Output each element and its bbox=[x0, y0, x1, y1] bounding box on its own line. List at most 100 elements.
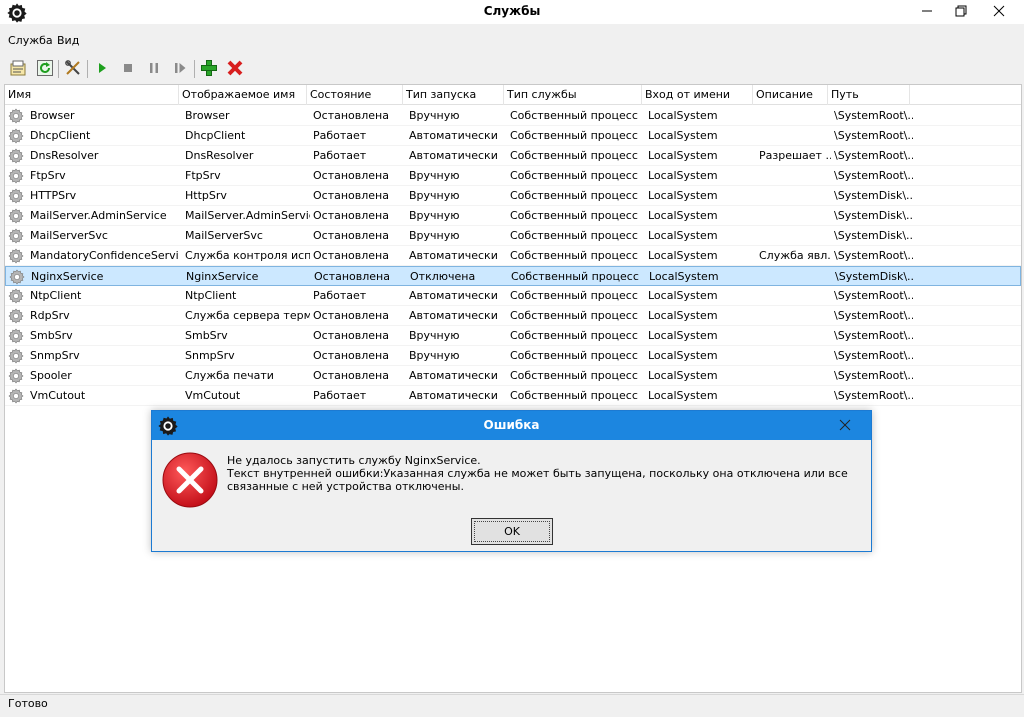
service-row[interactable]: SmbSrv SmbSrv Остановлена Вручную Собственны… bbox=[5, 326, 1021, 346]
cell-name: NginxService bbox=[31, 270, 104, 283]
service-row[interactable]: Browser Browser Остановлена Вручную Собствен… bbox=[5, 106, 1021, 126]
column-header-service-type[interactable]: Тип службы bbox=[504, 85, 642, 105]
dialog-title: Ошибка bbox=[483, 418, 540, 432]
cell-service-type: Собственный процесс bbox=[510, 289, 638, 302]
service-row[interactable]: DnsResolver DnsResolver Работает Автоматиче… bbox=[5, 146, 1021, 166]
cell-logon-as: LocalSystem bbox=[648, 389, 718, 402]
cell-state: Работает bbox=[313, 129, 367, 142]
dialog-close-button[interactable] bbox=[835, 415, 855, 435]
service-row[interactable]: NginxService NginxService Остановлена Отклю… bbox=[5, 266, 1021, 286]
service-row[interactable]: HTTPSrv HttpSrv Остановлена Вручную Собствен… bbox=[5, 186, 1021, 206]
service-row[interactable]: VmCutout VmCutout Работает Автоматически Соб… bbox=[5, 386, 1021, 406]
stop-button[interactable] bbox=[117, 58, 139, 78]
cell-name: Browser bbox=[30, 109, 75, 122]
cell-logon-as: LocalSystem bbox=[648, 169, 718, 182]
cell-startup-type: Автоматически bbox=[409, 249, 498, 262]
restore-icon bbox=[955, 5, 967, 17]
toolbar-separator bbox=[87, 60, 88, 78]
close-icon bbox=[839, 419, 851, 431]
cell-display-name: SnmpSrv bbox=[185, 349, 235, 362]
cell-state: Остановлена bbox=[313, 209, 389, 222]
cell-state: Остановлена bbox=[313, 329, 389, 342]
cell-path: \SystemRoot\... bbox=[834, 329, 913, 342]
cell-service-type: Собственный процесс bbox=[510, 129, 638, 142]
properties-icon bbox=[10, 60, 26, 76]
cell-name: VmCutout bbox=[30, 389, 86, 402]
service-row[interactable]: SnmpSrv SnmpSrv Остановлена Вручную Собствен… bbox=[5, 346, 1021, 366]
service-row[interactable]: MandatoryConfidenceService Служба контрол… bbox=[5, 246, 1021, 266]
pause-button[interactable] bbox=[143, 58, 165, 78]
cell-startup-type: Вручную bbox=[409, 329, 460, 342]
service-row[interactable]: RdpSrv Служба сервера терм... Остановлена А… bbox=[5, 306, 1021, 326]
service-gear-icon bbox=[8, 148, 24, 164]
cell-name: Spooler bbox=[30, 369, 72, 382]
cell-state: Остановлена bbox=[313, 229, 389, 242]
error-message: Не удалось запустить службу NginxService… bbox=[227, 454, 867, 493]
cell-path: \SystemRoot\... bbox=[834, 289, 913, 302]
error-message-line1: Не удалось запустить службу NginxService… bbox=[227, 454, 481, 467]
cell-state: Остановлена bbox=[314, 270, 390, 283]
title-bar: Службы bbox=[0, 0, 1024, 24]
delete-service-button[interactable] bbox=[224, 58, 246, 78]
cell-name: RdpSrv bbox=[30, 309, 70, 322]
cell-name: FtpSrv bbox=[30, 169, 66, 182]
ok-button[interactable]: OK bbox=[471, 518, 553, 545]
start-button[interactable] bbox=[91, 58, 113, 78]
cell-logon-as: LocalSystem bbox=[648, 369, 718, 382]
cell-display-name: MailServer.AdminService bbox=[185, 209, 310, 222]
cell-path: \SystemRoot\... bbox=[834, 369, 913, 382]
cell-service-type: Собственный процесс bbox=[510, 249, 638, 262]
service-gear-icon bbox=[8, 308, 24, 324]
error-icon bbox=[162, 452, 218, 508]
service-row[interactable]: MailServer.AdminService MailServer.AdminS… bbox=[5, 206, 1021, 226]
cell-name: MandatoryConfidenceService bbox=[30, 249, 179, 262]
service-row[interactable]: NtpClient NtpClient Работает Автоматически С… bbox=[5, 286, 1021, 306]
service-gear-icon bbox=[9, 269, 25, 285]
service-row[interactable]: Spooler Служба печати Остановлена Автоматич… bbox=[5, 366, 1021, 386]
menu-bar: Служба Вид bbox=[0, 30, 1024, 50]
cell-logon-as: LocalSystem bbox=[648, 149, 718, 162]
cell-description bbox=[756, 306, 831, 326]
service-row[interactable]: FtpSrv FtpSrv Остановлена Вручную Собственны… bbox=[5, 166, 1021, 186]
minimize-button[interactable] bbox=[908, 0, 946, 22]
cell-state: Остановлена bbox=[313, 109, 389, 122]
restore-button[interactable] bbox=[942, 0, 980, 22]
menu-view[interactable]: Вид bbox=[57, 34, 79, 47]
cell-name: SnmpSrv bbox=[30, 349, 80, 362]
cell-service-type: Собственный процесс bbox=[510, 189, 638, 202]
column-header-path[interactable]: Путь bbox=[828, 85, 910, 105]
cell-display-name: FtpSrv bbox=[185, 169, 221, 182]
menu-service[interactable]: Служба bbox=[8, 34, 53, 47]
service-gear-icon bbox=[8, 348, 24, 364]
toolbar-separator bbox=[58, 60, 59, 78]
cell-startup-type: Автоматически bbox=[409, 309, 498, 322]
column-header-name[interactable]: Имя bbox=[5, 85, 179, 105]
service-row[interactable]: MailServerSvc MailServerSvc Остановлена Вру… bbox=[5, 226, 1021, 246]
cell-state: Работает bbox=[313, 289, 367, 302]
properties-button[interactable] bbox=[7, 58, 29, 78]
cell-logon-as: LocalSystem bbox=[648, 289, 718, 302]
column-header-description[interactable]: Описание bbox=[753, 85, 828, 105]
refresh-button[interactable] bbox=[34, 58, 56, 78]
resume-button[interactable] bbox=[169, 58, 191, 78]
column-header-startup-type[interactable]: Тип запуска bbox=[403, 85, 504, 105]
cell-logon-as: LocalSystem bbox=[648, 109, 718, 122]
service-gear-icon bbox=[8, 368, 24, 384]
dialog-title-bar: Ошибка bbox=[152, 411, 871, 440]
service-gear-icon bbox=[8, 188, 24, 204]
service-gear-icon bbox=[8, 108, 24, 124]
cell-service-type: Собственный процесс bbox=[510, 149, 638, 162]
tools-button[interactable] bbox=[62, 58, 84, 78]
service-row[interactable]: DhcpClient DhcpClient Работает Автоматическ… bbox=[5, 126, 1021, 146]
cell-startup-type: Автоматически bbox=[409, 289, 498, 302]
cell-path: \SystemRoot\... bbox=[834, 109, 913, 122]
services-list[interactable]: Имя Отображаемое имя Состояние Тип запус… bbox=[4, 84, 1022, 693]
service-gear-icon bbox=[8, 388, 24, 404]
cell-path: \SystemDisk\... bbox=[834, 229, 913, 242]
column-header-logon-as[interactable]: Вход от имени bbox=[642, 85, 753, 105]
add-service-button[interactable] bbox=[198, 58, 220, 78]
cell-service-type: Собственный процесс bbox=[510, 169, 638, 182]
column-header-display-name[interactable]: Отображаемое имя bbox=[179, 85, 307, 105]
column-header-state[interactable]: Состояние bbox=[307, 85, 403, 105]
close-window-button[interactable] bbox=[980, 0, 1018, 22]
